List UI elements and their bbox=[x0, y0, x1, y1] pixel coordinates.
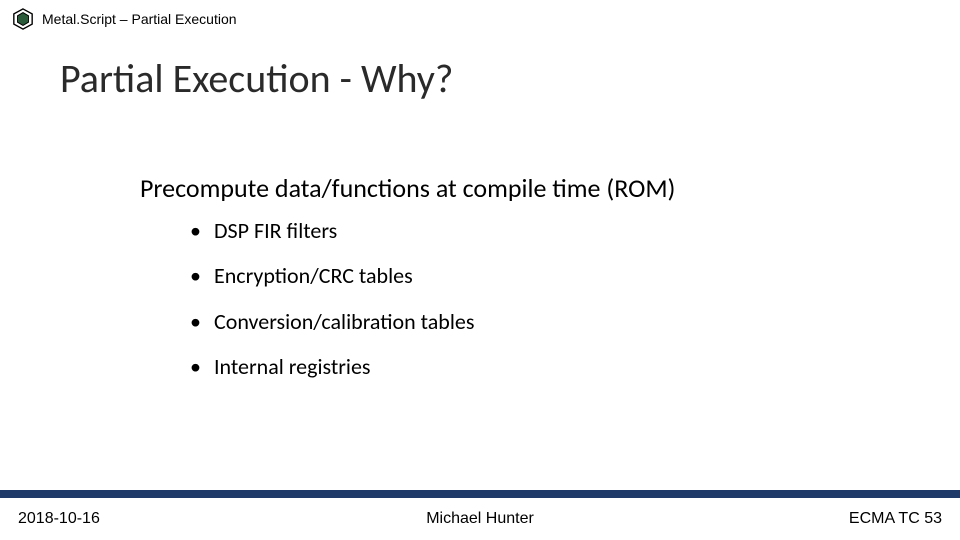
slide-title: Partial Execution - Why? bbox=[60, 54, 453, 103]
slide: Metal.Script – Partial Execution Partial… bbox=[0, 0, 960, 540]
header-text: Metal.Script – Partial Execution bbox=[42, 11, 237, 27]
slide-subheading: Precompute data/functions at compile tim… bbox=[140, 172, 675, 204]
footer-divider bbox=[0, 490, 960, 498]
list-item: Internal registries bbox=[190, 354, 474, 379]
list-item: Conversion/calibration tables bbox=[190, 309, 474, 334]
hexagon-logo-icon bbox=[12, 8, 34, 30]
footer-date: 2018-10-16 bbox=[18, 510, 100, 528]
slide-header: Metal.Script – Partial Execution bbox=[12, 8, 237, 30]
list-item: Encryption/CRC tables bbox=[190, 263, 474, 288]
bullet-list: DSP FIR filters Encryption/CRC tables Co… bbox=[190, 218, 474, 399]
list-item: DSP FIR filters bbox=[190, 218, 474, 243]
footer-committee: ECMA TC 53 bbox=[849, 510, 942, 528]
slide-footer: 2018-10-16 Michael Hunter ECMA TC 53 bbox=[0, 498, 960, 540]
footer-author: Michael Hunter bbox=[426, 510, 534, 528]
